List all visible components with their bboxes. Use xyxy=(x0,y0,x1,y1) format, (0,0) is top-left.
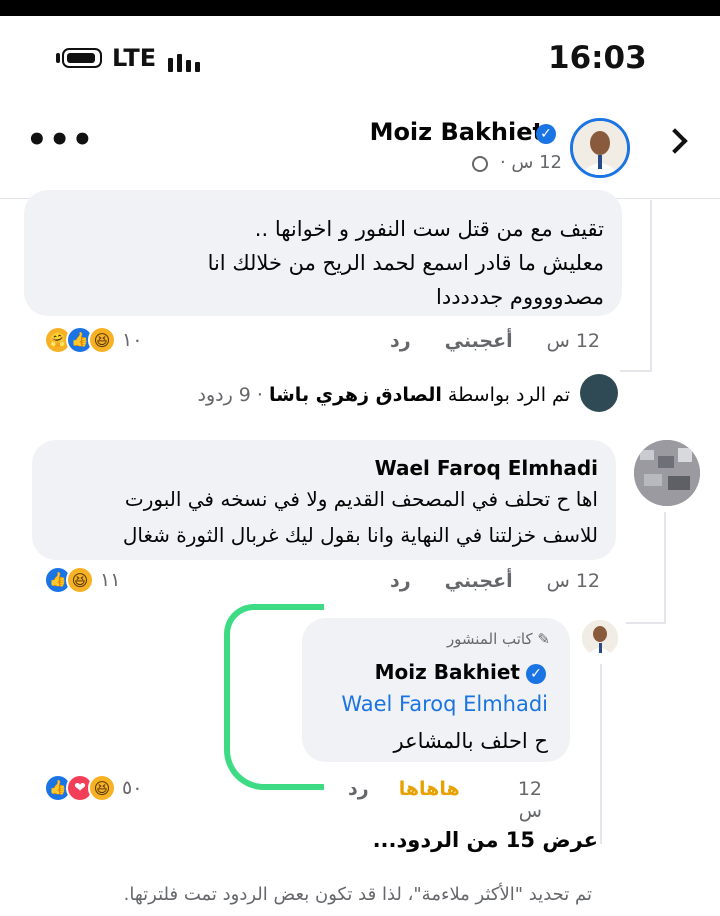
view-more-replies-link[interactable]: عرض 15 من الردود... xyxy=(350,828,598,852)
reaction-summary[interactable]: 👍 😆 ١١ xyxy=(44,566,120,594)
battery-tip-icon xyxy=(56,53,60,63)
reply-time: 12 س xyxy=(517,778,542,822)
thread-line xyxy=(626,622,666,624)
author-badge: ✎ كاتب المنشور xyxy=(446,630,550,648)
commenter-avatar[interactable] xyxy=(634,440,700,506)
comment-author-name[interactable]: Wael Faroq Elmhadi xyxy=(300,456,598,480)
comment-time: 12 س xyxy=(546,570,600,592)
verified-badge-icon: ✓ xyxy=(526,664,546,684)
reaction-count: ١١ xyxy=(100,569,121,591)
top-black-strip xyxy=(0,0,720,16)
comment-text-line: مصدووووم جدددددا xyxy=(436,285,604,309)
like-button[interactable]: أعجبني xyxy=(445,330,513,352)
chevron-right-icon[interactable] xyxy=(662,128,688,154)
thread-line xyxy=(650,200,652,370)
replier-name: الصادق زهري باشا xyxy=(268,384,442,406)
replies-count: · 9 ردود xyxy=(197,384,263,406)
network-type: LTE xyxy=(112,44,157,72)
reaction-summary[interactable]: 🤗 👍 😆 ١٠ xyxy=(44,326,142,354)
replies-prefix: تم الرد بواسطة xyxy=(447,384,570,406)
replies-summary-link[interactable]: تم الرد بواسطة الصادق زهري باشا · 9 ردود xyxy=(190,384,570,406)
post-author-name[interactable]: Moiz Bakhiet xyxy=(360,118,544,146)
post-author-avatar[interactable] xyxy=(570,118,630,178)
comment-text-line: معليش ما قادر اسمع لحمد الريح من خلالك ا… xyxy=(207,251,604,275)
globe-icon xyxy=(472,156,488,172)
like-button[interactable]: أعجبني xyxy=(445,570,513,592)
reply-button[interactable]: رد xyxy=(348,778,369,822)
reply-text: ح احلف بالمشاعر xyxy=(393,729,548,753)
pencil-icon: ✎ xyxy=(537,630,550,648)
more-options-icon[interactable]: ••• xyxy=(26,123,94,157)
thread-line xyxy=(664,512,666,622)
clock: 16:03 xyxy=(548,40,647,76)
reply-button[interactable]: رد xyxy=(390,570,411,592)
reply-author-name[interactable]: Moiz Bakhiet xyxy=(330,660,520,684)
reply-button[interactable]: رد xyxy=(390,330,411,352)
filter-note: تم تحديد "الأكثر ملاءمة"، لذا قد تكون بع… xyxy=(123,884,592,905)
battery-icon xyxy=(62,48,102,68)
verified-badge-icon: ✓ xyxy=(536,124,556,144)
comment-text-line: اها ح تحلف في المصحف القديم ولا في نسخه … xyxy=(124,487,598,511)
comment-text-line: للاسف خزلتنا في النهاية وانا بقول ليك غر… xyxy=(122,523,598,547)
reaction-count: ٥٠ xyxy=(122,777,143,799)
reaction-summary[interactable]: 👍 ❤ 😆 ٥٠ xyxy=(44,774,142,802)
comment-text-line: تقيف مع من قتل ست النفور و اخوانها .. xyxy=(254,217,604,241)
reply-author-avatar[interactable] xyxy=(582,620,618,656)
signal-icon xyxy=(168,48,208,72)
thread-line xyxy=(620,370,652,372)
thread-line xyxy=(600,664,602,844)
haha-reaction-icon: 😆 xyxy=(88,326,116,354)
replier-avatar[interactable] xyxy=(580,374,618,412)
mention-link[interactable]: Wael Faroq Elmhadi xyxy=(316,692,548,716)
haha-reaction-icon: 😆 xyxy=(88,774,116,802)
haha-reaction-button[interactable]: هاهاها xyxy=(399,778,460,822)
haha-reaction-icon: 😆 xyxy=(66,566,94,594)
comment-time: 12 س xyxy=(546,330,600,352)
reaction-count: ١٠ xyxy=(122,329,143,351)
